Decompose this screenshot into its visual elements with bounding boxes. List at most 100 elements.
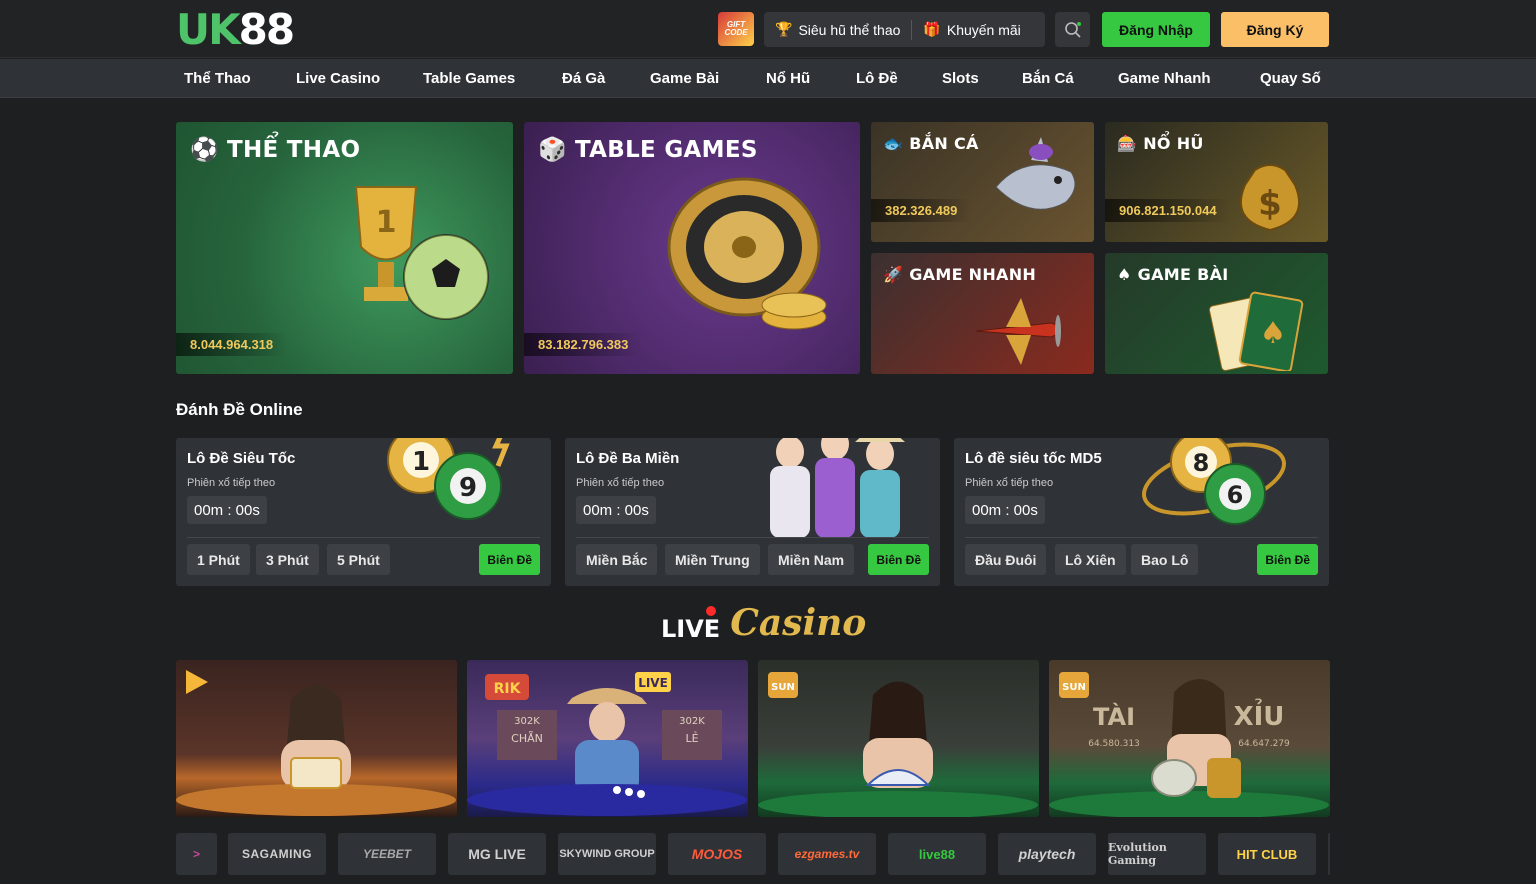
lode-card-ba-mien: Lô Đề Ba Miền Phiên xổ tiếp theo 00m : 0…	[565, 438, 940, 586]
main-nav: Thể Thao Live Casino Table Games Đá Gà G…	[0, 59, 1536, 98]
provider-sagaming[interactable]: SAGAMING	[228, 833, 326, 875]
lode-card-subtitle: Phiên xổ tiếp theo	[965, 477, 1054, 489]
gift-code-label: GIFT CODE	[724, 20, 748, 37]
lottery-balls-illustration: 1 9	[387, 438, 510, 520]
nav-the-thao[interactable]: Thể Thao	[184, 59, 251, 98]
jackpot-value: 8.044.964.318	[176, 333, 288, 356]
card-table-games[interactable]: 🎲 TABLE GAMES 83.182.796.383	[524, 122, 860, 374]
login-button[interactable]: Đăng Nhập	[1102, 12, 1210, 47]
svg-text:1: 1	[376, 205, 397, 240]
live-table-2[interactable]: RIK LIVE 302K CHẴN 302K LẺ	[467, 660, 748, 817]
bien-de-button[interactable]: Biên Đề	[479, 544, 540, 575]
svg-text:64.647.279: 64.647.279	[1238, 739, 1290, 749]
live-table-1[interactable]	[176, 660, 457, 817]
live-table-4[interactable]: SUN TÀI XỈU 64.580.313 64.647.279	[1049, 660, 1330, 817]
lode-card-title: Lô đề siêu tốc MD5	[965, 450, 1102, 467]
svg-text:$: $	[1258, 184, 1282, 224]
sieu-hu-label: Siêu hũ thể thao	[798, 21, 901, 38]
option-mien-nam[interactable]: Miền Nam	[768, 544, 855, 575]
option-bao-lo[interactable]: Bao Lô	[1131, 544, 1199, 575]
gift-code-button[interactable]: GIFT CODE	[718, 12, 754, 46]
card-title: 🐟 BẮN CÁ	[883, 134, 979, 153]
provider-playtech[interactable]: playtech	[998, 833, 1096, 875]
provider-hit-club[interactable]: HIT CLUB	[1218, 833, 1316, 875]
nav-game-bai[interactable]: Game Bài	[650, 59, 719, 98]
section-title-lode: Đánh Đề Online	[176, 400, 303, 419]
provider-live88[interactable]: live88	[888, 833, 986, 875]
shark-illustration	[995, 137, 1076, 210]
search-icon	[1064, 21, 1081, 38]
soccer-ball-icon: ⚽	[190, 137, 219, 163]
svg-text:8: 8	[1193, 449, 1210, 477]
nav-lo-de[interactable]: Lô Đề	[856, 59, 898, 98]
svg-text:LIVE: LIVE	[638, 676, 668, 690]
nav-ban-ca[interactable]: Bắn Cá	[1022, 59, 1074, 98]
jackpot-value: 83.182.796.383	[524, 333, 643, 356]
divider	[576, 537, 929, 538]
rocket-icon: 🚀	[883, 265, 904, 284]
bien-de-button[interactable]: Biên Đề	[868, 544, 929, 575]
card-game-nhanh[interactable]: 🚀 GAME NHANH	[871, 253, 1094, 374]
countdown-timer: 00m : 00s	[965, 496, 1045, 524]
svg-text:CHẴN: CHẴN	[511, 731, 543, 745]
card-no-hu[interactable]: 🎰 NỔ HŨ $ 906.821.150.044	[1105, 122, 1328, 242]
svg-text:302K: 302K	[679, 716, 705, 727]
nav-live-casino[interactable]: Live Casino	[296, 59, 380, 98]
svg-text:302K: 302K	[514, 716, 540, 727]
jackpot-value: 906.821.150.044	[1105, 199, 1231, 222]
bien-de-button[interactable]: Biên Đề	[1257, 544, 1318, 575]
provider-ezgames[interactable]: ezgames.tv	[778, 833, 876, 875]
jackpot-value: 382.326.489	[871, 199, 972, 222]
lode-card-subtitle: Phiên xổ tiếp theo	[576, 477, 665, 489]
khuyen-mai-button[interactable]: 🎁 Khuyến mãi	[912, 12, 1031, 47]
register-button[interactable]: Đăng Ký	[1221, 12, 1329, 47]
card-game-bai[interactable]: ♠ GAME BÀI ♠	[1105, 253, 1328, 374]
live-casino-heading: LIVE Casino	[661, 605, 866, 641]
svg-text:1: 1	[412, 447, 430, 477]
nav-da-ga[interactable]: Đá Gà	[562, 59, 605, 98]
sieu-hu-button[interactable]: 🏆 Siêu hũ thể thao	[764, 12, 911, 47]
option-dau-duoi[interactable]: Đầu Đuôi	[965, 544, 1047, 575]
search-button[interactable]	[1055, 12, 1090, 47]
option-1-phut[interactable]: 1 Phút	[187, 544, 250, 575]
option-mien-trung[interactable]: Miền Trung	[665, 544, 760, 575]
trophy-icon: 🏆	[775, 21, 793, 37]
provider-mg-live[interactable]: MG LIVE	[448, 833, 546, 875]
dealer-illustration: SUN TÀI XỈU 64.580.313 64.647.279	[1049, 672, 1329, 817]
card-title: 🎲 TABLE GAMES	[538, 136, 758, 164]
nav-slots[interactable]: Slots	[942, 59, 979, 98]
card-title: ♠ GAME BÀI	[1117, 265, 1229, 284]
lottery-balls-illustration: 8 6	[1142, 438, 1286, 525]
playing-cards-illustration: ♠	[1208, 291, 1304, 371]
dice-icon: 🎲	[538, 137, 567, 163]
live-table-3[interactable]: SUN	[758, 660, 1039, 817]
option-lo-xien[interactable]: Lô Xiên	[1055, 544, 1126, 575]
nav-game-nhanh[interactable]: Game Nhanh	[1118, 59, 1211, 98]
roulette-illustration	[667, 177, 827, 330]
promo-links: 🏆 Siêu hũ thể thao 🎁 Khuyến mãi	[764, 12, 1045, 47]
provider-yeebet[interactable]: YEEBET	[338, 833, 436, 875]
trophy-illustration: 1	[354, 186, 489, 320]
card-ban-ca[interactable]: 🐟 BẮN CÁ 382.326.489	[871, 122, 1094, 242]
provider-evolution[interactable]: Evolution Gaming	[1108, 833, 1206, 875]
logo[interactable]: UK 88	[176, 9, 295, 51]
svg-text:6: 6	[1227, 481, 1244, 509]
lode-card-sieu-toc: 1 9 Lô Đề Siêu Tốc Phiên xổ tiếp theo 00…	[176, 438, 551, 586]
nav-no-hu[interactable]: Nổ Hũ	[766, 59, 810, 98]
card-title: 🎰 NỔ HŨ	[1117, 134, 1204, 153]
card-the-thao[interactable]: ⚽ THỂ THAO 1 8.044.964.318	[176, 122, 513, 374]
option-mien-bac[interactable]: Miền Bắc	[576, 544, 658, 575]
card-title: ⚽ THỂ THAO	[190, 136, 361, 164]
plane-illustration	[975, 298, 1062, 365]
provider-skywind[interactable]: SKYWIND GROUP	[558, 833, 656, 875]
divider	[187, 537, 540, 538]
provider-partial[interactable]: >	[176, 833, 217, 875]
hostesses-illustration	[770, 438, 905, 538]
nav-table-games[interactable]: Table Games	[423, 59, 515, 98]
option-5-phut[interactable]: 5 Phút	[327, 544, 390, 575]
option-3-phut[interactable]: 3 Phút	[256, 544, 319, 575]
svg-text:TÀI: TÀI	[1093, 702, 1135, 731]
provider-mojos[interactable]: MOJOS	[668, 833, 766, 875]
top-header: UK 88 GIFT CODE 🏆 Siêu hũ thể thao 🎁 Khuy…	[0, 0, 1536, 58]
nav-quay-so[interactable]: Quay Số	[1260, 59, 1321, 98]
